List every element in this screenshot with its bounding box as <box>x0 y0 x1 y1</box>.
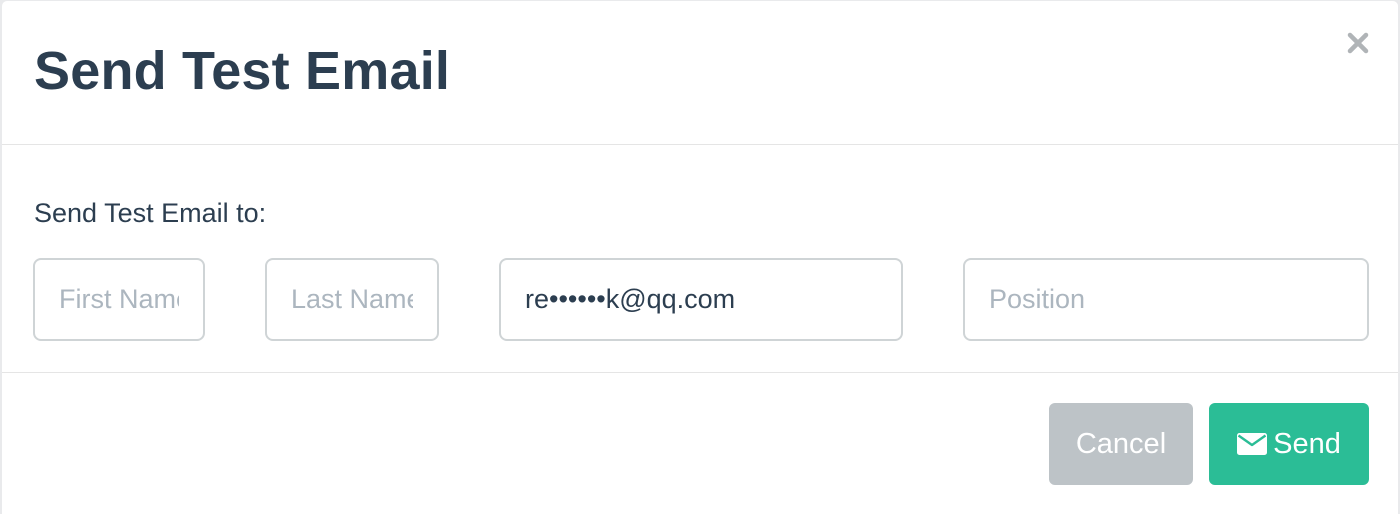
close-icon <box>1347 32 1369 54</box>
envelope-icon <box>1237 433 1268 455</box>
cancel-button-label: Cancel <box>1075 427 1167 460</box>
modal-body: Send Test Email to: <box>2 145 1398 373</box>
send-to-label: Send Test Email to: <box>34 198 267 228</box>
email-input[interactable] <box>499 258 903 341</box>
send-button[interactable]: Send <box>1209 403 1369 485</box>
send-button-label: Send <box>1273 427 1341 460</box>
send-test-email-modal: Send Test Email Send Test Email to: Canc… <box>2 1 1398 514</box>
modal-header: Send Test Email <box>2 1 1398 145</box>
position-input[interactable] <box>963 258 1369 341</box>
cancel-button[interactable]: Cancel <box>1049 403 1193 485</box>
close-button[interactable] <box>1346 31 1370 55</box>
modal-title: Send Test Email <box>34 41 451 101</box>
last-name-input[interactable] <box>265 258 439 341</box>
first-name-input[interactable] <box>33 258 205 341</box>
modal-footer: Cancel Send <box>2 373 1398 514</box>
